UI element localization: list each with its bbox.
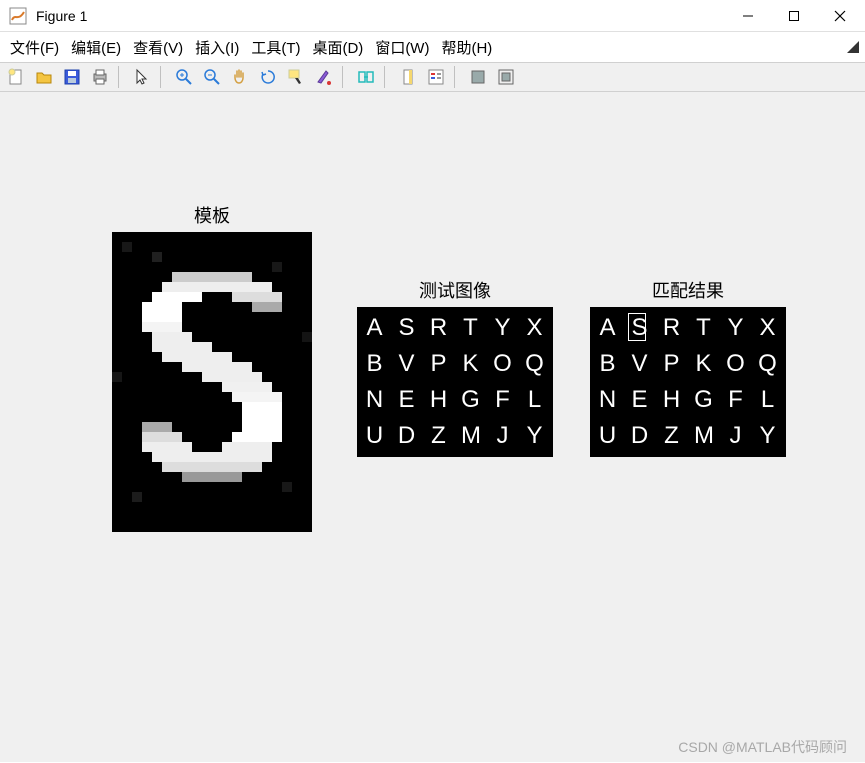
menu-edit[interactable]: 编辑(E): [69, 35, 123, 60]
show-tools-button[interactable]: [494, 65, 518, 89]
result-title: 匹配结果: [590, 277, 786, 303]
open-button[interactable]: [32, 65, 56, 89]
app-icon: [8, 6, 28, 26]
figure-canvas: 模板: [0, 92, 865, 762]
watermark: CSDN @MATLAB代码顾问: [678, 737, 847, 757]
pan-button[interactable]: [228, 65, 252, 89]
template-image: [112, 232, 312, 532]
pointer-button[interactable]: [130, 65, 154, 89]
maximize-button[interactable]: [771, 1, 817, 31]
data-cursor-button[interactable]: [284, 65, 308, 89]
match-highlight-box: [628, 313, 646, 341]
legend-button[interactable]: [424, 65, 448, 89]
window-title: Figure 1: [36, 8, 87, 24]
toolbar: [0, 62, 865, 92]
result-panel: 匹配结果 ASRTYX BVPKOQ NEHGFL UDZMJY: [590, 277, 786, 457]
close-button[interactable]: [817, 1, 863, 31]
save-button[interactable]: [60, 65, 84, 89]
link-button[interactable]: [354, 65, 378, 89]
menu-file[interactable]: 文件(F): [8, 35, 61, 60]
result-image: ASRTYX BVPKOQ NEHGFL UDZMJY: [590, 307, 786, 457]
new-figure-button[interactable]: [4, 65, 28, 89]
zoom-in-button[interactable]: [172, 65, 196, 89]
template-title: 模板: [112, 202, 312, 228]
rotate-button[interactable]: [256, 65, 280, 89]
minimize-button[interactable]: [725, 1, 771, 31]
menu-view[interactable]: 查看(V): [131, 35, 185, 60]
menu-tools[interactable]: 工具(T): [249, 35, 302, 60]
print-button[interactable]: [88, 65, 112, 89]
template-panel: 模板: [112, 202, 312, 532]
menu-window[interactable]: 窗口(W): [373, 35, 431, 60]
brush-button[interactable]: [312, 65, 336, 89]
colorbar-button[interactable]: [396, 65, 420, 89]
menu-desktop[interactable]: 桌面(D): [310, 35, 365, 60]
hide-tools-button[interactable]: [466, 65, 490, 89]
dock-icon[interactable]: [847, 40, 859, 57]
menubar: 文件(F) 编辑(E) 查看(V) 插入(I) 工具(T) 桌面(D) 窗口(W…: [0, 32, 865, 62]
test-image-panel: 测试图像 ASRTYX BVPKOQ NEHGFL UDZMJY: [357, 277, 553, 457]
test-image-title: 测试图像: [357, 277, 553, 303]
menu-help[interactable]: 帮助(H): [439, 35, 494, 60]
titlebar: Figure 1: [0, 0, 865, 32]
menu-insert[interactable]: 插入(I): [193, 35, 241, 60]
zoom-out-button[interactable]: [200, 65, 224, 89]
test-image: ASRTYX BVPKOQ NEHGFL UDZMJY: [357, 307, 553, 457]
